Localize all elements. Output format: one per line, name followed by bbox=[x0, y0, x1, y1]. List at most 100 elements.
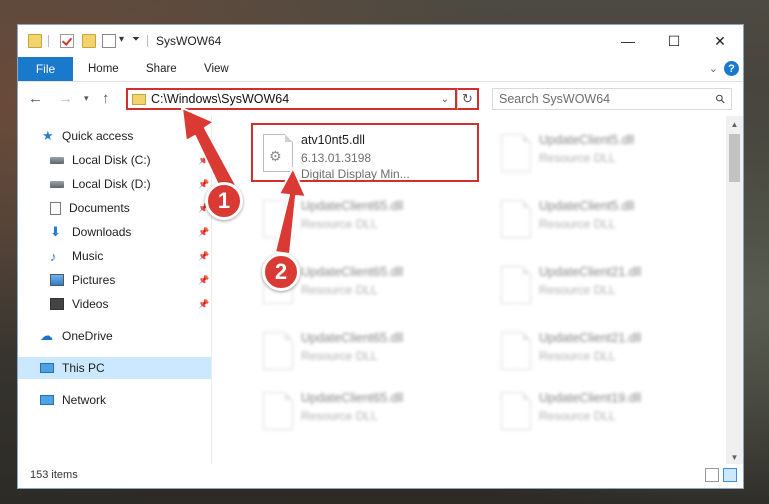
status-bar: 153 items bbox=[18, 464, 743, 488]
scrollbar-thumb[interactable] bbox=[729, 134, 740, 182]
file-item[interactable]: UpdateClient21.dll Resource DLL bbox=[491, 256, 711, 312]
step-badge-2: 2 bbox=[262, 253, 300, 291]
folder-icon bbox=[132, 93, 146, 105]
address-bar[interactable]: C:\Windows\SysWOW64 ⌄ bbox=[126, 88, 457, 110]
address-path[interactable]: C:\Windows\SysWOW64 bbox=[151, 92, 441, 106]
toolbar-separator bbox=[147, 35, 148, 47]
sidebar-item-network[interactable]: Network bbox=[40, 389, 207, 411]
file-name: UpdateClient21.dll bbox=[539, 331, 642, 345]
file-item[interactable]: UpdateClient65.dll Resource DLL bbox=[253, 322, 473, 378]
sidebar-item-local-disk-d[interactable]: Local Disk (D:) bbox=[50, 173, 207, 195]
sidebar-item-label: Pictures bbox=[72, 273, 116, 287]
chevron-down-icon[interactable]: ▾ bbox=[119, 34, 124, 45]
pin-icon[interactable]: 📌 bbox=[198, 251, 209, 262]
details-view-icon[interactable] bbox=[705, 468, 719, 482]
file-item[interactable]: UpdateClient5.dll Resource DLL bbox=[491, 190, 711, 246]
navigation-bar: ← → ▾ ↑ C:\Windows\SysWOW64 ⌄ ↻ Search S… bbox=[18, 82, 743, 116]
sidebar-item-quick-access[interactable]: ★ Quick access bbox=[42, 125, 207, 147]
pin-icon[interactable]: 📌 bbox=[198, 227, 209, 238]
view-switcher bbox=[705, 468, 737, 482]
dll-file-icon bbox=[501, 392, 531, 430]
file-type: Resource DLL bbox=[301, 217, 378, 231]
file-type: Resource DLL bbox=[539, 409, 616, 423]
pin-icon[interactable]: 📌 bbox=[198, 275, 209, 286]
file-name: UpdateClient65.dll bbox=[301, 199, 404, 213]
recent-locations-button[interactable]: ▾ bbox=[84, 93, 89, 104]
help-icon[interactable]: ? bbox=[724, 61, 739, 76]
cloud-icon: ☁ bbox=[40, 328, 53, 343]
sidebar-item-label: Local Disk (C:) bbox=[72, 153, 151, 167]
sidebar-item-label: Local Disk (D:) bbox=[72, 177, 151, 191]
forward-button[interactable]: → bbox=[58, 90, 73, 107]
sidebar-item-label: OneDrive bbox=[62, 329, 113, 343]
tab-share[interactable]: Share bbox=[146, 57, 177, 81]
scroll-up-icon[interactable]: ▲ bbox=[726, 116, 743, 133]
search-placeholder[interactable]: Search SysWOW64 bbox=[493, 92, 716, 106]
sidebar-item-documents[interactable]: Documents bbox=[50, 197, 207, 219]
sidebar-item-onedrive[interactable]: ☁ OneDrive bbox=[40, 325, 207, 347]
up-button[interactable]: ↑ bbox=[102, 90, 110, 107]
download-icon: ⬇ bbox=[50, 224, 61, 239]
sidebar-item-this-pc[interactable]: This PC bbox=[18, 357, 211, 379]
search-input[interactable]: Search SysWOW64 ⚲ bbox=[492, 88, 732, 110]
music-icon: ♪ bbox=[50, 248, 57, 264]
sidebar-item-label: Downloads bbox=[72, 225, 132, 239]
tab-view[interactable]: View bbox=[204, 57, 229, 81]
pane-divider[interactable] bbox=[211, 116, 212, 467]
dll-file-icon bbox=[501, 200, 531, 238]
customize-icon[interactable] bbox=[102, 34, 116, 48]
step-badge-1: 1 bbox=[205, 182, 243, 220]
tab-file[interactable]: File bbox=[18, 57, 73, 81]
dll-file-icon bbox=[501, 332, 531, 370]
chevron-down-icon[interactable]: ⌄ bbox=[441, 94, 449, 105]
sidebar-item-videos[interactable]: Videos bbox=[50, 293, 207, 315]
pin-icon[interactable]: 📌 bbox=[198, 155, 209, 166]
file-type: Resource DLL bbox=[301, 283, 378, 297]
close-button[interactable]: ✕ bbox=[697, 25, 743, 57]
sidebar-item-label: Music bbox=[72, 249, 104, 263]
quick-access-toolbar-dropdown-icon[interactable]: ⏷ bbox=[132, 34, 140, 45]
properties-check-icon[interactable] bbox=[60, 34, 74, 48]
pin-icon[interactable]: 📌 bbox=[198, 179, 209, 190]
sidebar-item-label: Videos bbox=[72, 297, 109, 311]
navigation-pane: ★ Quick access Local Disk (C:) 📌 Local D… bbox=[18, 123, 211, 463]
dll-file-icon bbox=[263, 392, 293, 430]
file-item[interactable]: UpdateClient19.dll Resource DLL bbox=[491, 382, 711, 438]
tiles-view-icon[interactable] bbox=[723, 468, 737, 482]
file-name: UpdateClient5.dll bbox=[539, 133, 635, 147]
window-title: SysWOW64 bbox=[156, 34, 222, 48]
sidebar-item-local-disk-c[interactable]: Local Disk (C:) bbox=[50, 149, 207, 171]
file-type: Resource DLL bbox=[539, 349, 616, 363]
file-item[interactable]: UpdateClient5.dll Resource DLL bbox=[491, 124, 711, 180]
vertical-scrollbar[interactable]: ▲ ▼ bbox=[726, 116, 743, 466]
pictures-icon bbox=[50, 274, 64, 286]
tab-home[interactable]: Home bbox=[88, 57, 119, 81]
star-icon: ★ bbox=[42, 128, 54, 143]
dll-file-icon bbox=[263, 200, 293, 238]
toolbar-separator bbox=[48, 35, 49, 47]
selection-highlight bbox=[251, 123, 479, 182]
expand-ribbon-chevron-icon[interactable]: ⌄ bbox=[709, 62, 718, 75]
new-folder-icon[interactable] bbox=[82, 34, 96, 48]
sidebar-item-label: Network bbox=[62, 393, 107, 407]
sidebar-item-downloads[interactable]: ⬇ Downloads bbox=[50, 221, 207, 243]
file-name: UpdateClient65.dll bbox=[301, 265, 404, 279]
drive-icon bbox=[50, 156, 64, 164]
file-item[interactable]: UpdateClient65.dll Resource DLL bbox=[253, 190, 473, 246]
file-item[interactable]: UpdateClient65.dll Resource DLL bbox=[253, 382, 473, 438]
back-button[interactable]: ← bbox=[28, 90, 43, 107]
file-list: ⚙ atv10nt5.dll 6.13.01.3198 Digital Disp… bbox=[228, 116, 728, 466]
file-explorer-window: ▾ ⏷ SysWOW64 — ☐ ✕ File Home Share View … bbox=[17, 24, 744, 489]
sidebar-item-pictures[interactable]: Pictures bbox=[50, 269, 207, 291]
sidebar-item-music[interactable]: ♪ Music bbox=[50, 245, 207, 267]
file-type: Resource DLL bbox=[539, 151, 616, 165]
folder-icon bbox=[28, 34, 42, 48]
refresh-button[interactable]: ↻ bbox=[457, 88, 479, 110]
maximize-button[interactable]: ☐ bbox=[651, 25, 697, 57]
minimize-button[interactable]: — bbox=[605, 25, 651, 57]
file-name: UpdateClient19.dll bbox=[539, 391, 642, 405]
dll-file-icon bbox=[501, 134, 531, 172]
file-type: Resource DLL bbox=[301, 409, 378, 423]
file-item[interactable]: UpdateClient21.dll Resource DLL bbox=[491, 322, 711, 378]
pin-icon[interactable]: 📌 bbox=[198, 299, 209, 310]
